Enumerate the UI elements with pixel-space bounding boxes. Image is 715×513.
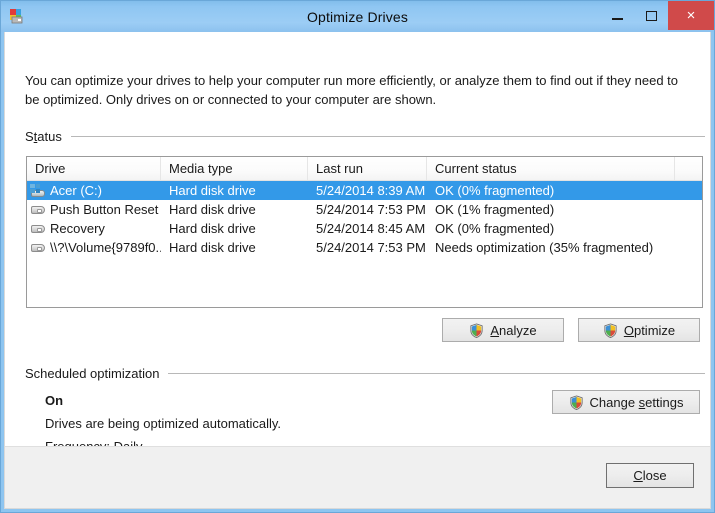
- analyze-button[interactable]: Analyze: [442, 318, 564, 342]
- optimize-button[interactable]: Optimize: [578, 318, 700, 342]
- cell-drive-label: Acer (C:): [50, 183, 102, 198]
- client-area: You can optimize your drives to help you…: [4, 32, 711, 509]
- cell-last-run: 5/24/2014 7:53 PM: [316, 202, 426, 217]
- column-header-last-run[interactable]: Last run: [308, 157, 427, 180]
- drive-icon: [30, 203, 46, 217]
- close-dialog-button[interactable]: Close: [606, 463, 694, 488]
- change-settings-label: Change settings: [589, 394, 684, 410]
- schedule-description: Drives are being optimized automatically…: [45, 416, 282, 431]
- status-group-label: Status: [25, 129, 62, 144]
- uac-shield-icon: [603, 322, 618, 338]
- cell-drive-label: Push Button Reset: [50, 202, 159, 217]
- cell-last-run: 5/24/2014 8:45 AM: [316, 221, 426, 236]
- analyze-button-label: Analyze: [490, 322, 537, 338]
- column-header-drive[interactable]: Drive: [27, 157, 161, 180]
- uac-shield-icon: [469, 322, 484, 338]
- cell-drive: Acer (C:): [27, 181, 161, 200]
- drive-icon: [30, 241, 46, 255]
- column-header-extra[interactable]: [675, 157, 701, 180]
- maximize-icon: [645, 10, 657, 21]
- close-button[interactable]: ×: [668, 1, 714, 30]
- cell-media-type: Hard disk drive: [169, 240, 256, 255]
- defrag-drive-icon: [8, 7, 26, 25]
- scheduled-group-divider: [168, 373, 705, 374]
- column-header-current-status[interactable]: Current status: [427, 157, 675, 180]
- uac-shield-icon: [569, 394, 584, 410]
- cell-media-type: Hard disk drive: [169, 221, 256, 236]
- cell-media-type: Hard disk drive: [169, 202, 256, 217]
- drive-icon: [30, 222, 46, 236]
- list-header-row: Drive Media type Last run Current status: [27, 157, 702, 181]
- close-dialog-label: Close: [633, 468, 667, 483]
- cell-drive: \\?\Volume{9789f0...: [27, 238, 161, 257]
- cell-drive-label: Recovery: [50, 221, 105, 236]
- minimize-icon: [611, 17, 623, 20]
- table-row[interactable]: Acer (C:) Hard disk drive 5/24/2014 8:39…: [27, 181, 702, 200]
- scheduled-group-label: Scheduled optimization: [25, 366, 160, 381]
- change-settings-button[interactable]: Change settings: [552, 390, 700, 414]
- column-header-media-type[interactable]: Media type: [161, 157, 308, 180]
- cell-current-status: OK (0% fragmented): [435, 221, 555, 236]
- optimize-button-label: Optimize: [623, 322, 676, 338]
- content-pane: You can optimize your drives to help you…: [5, 32, 710, 454]
- system-drive-icon: [30, 183, 46, 198]
- status-group-header: Status: [25, 129, 705, 144]
- intro-text: You can optimize your drives to help you…: [25, 73, 679, 107]
- window-controls: ×: [600, 1, 714, 30]
- table-row[interactable]: \\?\Volume{9789f0... Hard disk drive 5/2…: [27, 238, 702, 257]
- schedule-state: On: [45, 393, 64, 408]
- close-icon: ×: [686, 7, 696, 24]
- scheduled-group-header: Scheduled optimization: [25, 366, 705, 381]
- list-body: Acer (C:) Hard disk drive 5/24/2014 8:39…: [27, 181, 702, 257]
- minimize-button[interactable]: [600, 1, 634, 30]
- cell-current-status: OK (0% fragmented): [435, 183, 555, 198]
- cell-media-type: Hard disk drive: [169, 183, 256, 198]
- cell-drive-label: \\?\Volume{9789f0...: [50, 240, 161, 255]
- title-bar[interactable]: Optimize Drives ×: [1, 1, 714, 32]
- maximize-button[interactable]: [634, 1, 668, 30]
- cell-last-run: 5/24/2014 7:53 PM: [316, 240, 426, 255]
- cell-current-status: Needs optimization (35% fragmented): [435, 240, 654, 255]
- footer-bar: Close: [5, 446, 710, 508]
- drives-list[interactable]: Drive Media type Last run Current status: [26, 156, 703, 308]
- cell-current-status: OK (1% fragmented): [435, 202, 555, 217]
- status-group-divider: [70, 136, 705, 137]
- table-row[interactable]: Push Button Reset Hard disk drive 5/24/2…: [27, 200, 702, 219]
- table-row[interactable]: Recovery Hard disk drive 5/24/2014 8:45 …: [27, 219, 702, 238]
- cell-drive: Push Button Reset: [27, 200, 161, 219]
- optimize-drives-window: Optimize Drives × You can optimize your …: [0, 0, 715, 513]
- cell-last-run: 5/24/2014 8:39 AM: [316, 183, 426, 198]
- cell-drive: Recovery: [27, 219, 161, 238]
